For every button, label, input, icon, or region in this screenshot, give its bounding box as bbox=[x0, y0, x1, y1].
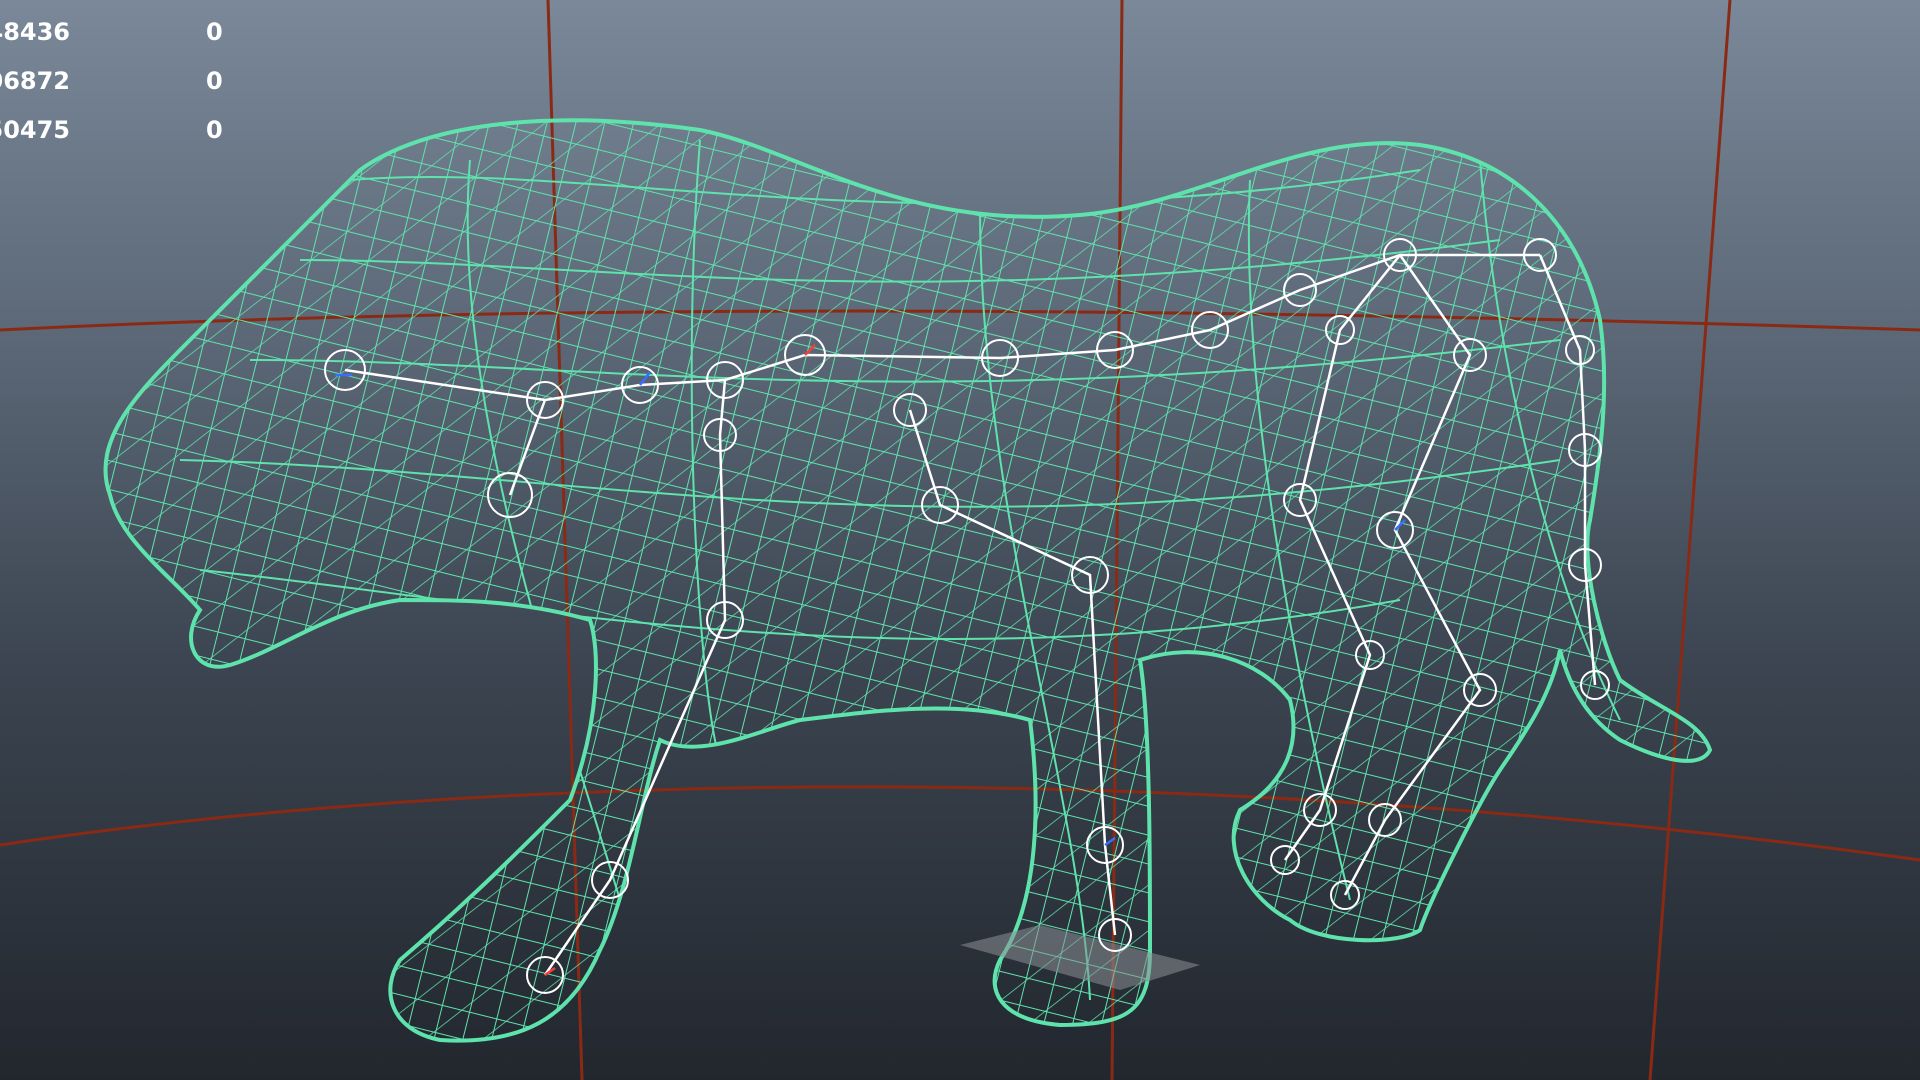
hud-row: 50475 0 bbox=[0, 116, 260, 165]
scene-view[interactable] bbox=[0, 0, 1920, 1080]
hud-row: 48436 0 bbox=[0, 18, 260, 67]
hud-value: 48436 bbox=[0, 18, 70, 46]
3d-viewport[interactable]: 48436 0 06872 0 50475 0 bbox=[0, 0, 1920, 1080]
hud-value: 06872 bbox=[0, 67, 70, 95]
hud-delta: 0 bbox=[206, 116, 223, 144]
lion-mesh bbox=[105, 120, 1710, 1041]
hud-value: 50475 bbox=[0, 116, 70, 144]
hud-row: 06872 0 bbox=[0, 67, 260, 116]
hud-readout: 48436 0 06872 0 50475 0 bbox=[0, 18, 260, 165]
hud-delta: 0 bbox=[206, 67, 223, 95]
hud-delta: 0 bbox=[206, 18, 223, 46]
